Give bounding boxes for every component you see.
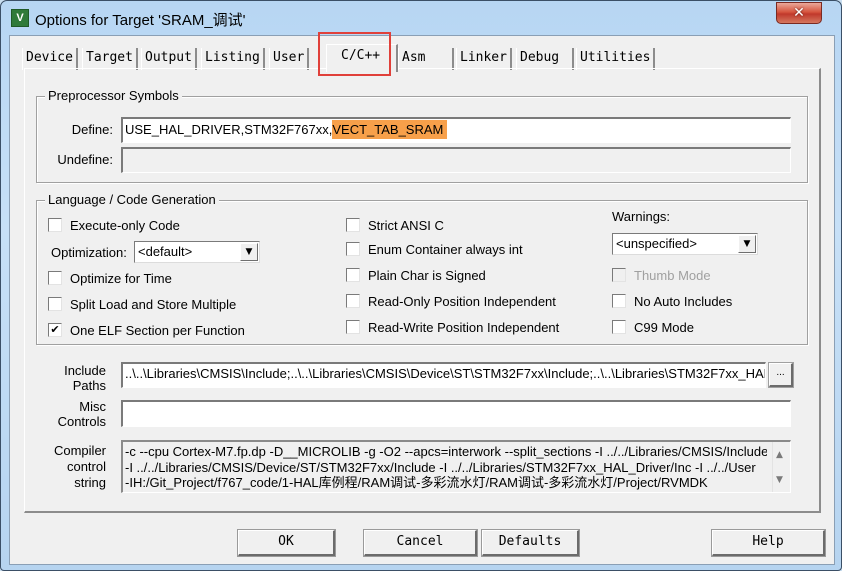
- tab-asm[interactable]: Asm: [398, 48, 454, 70]
- defaults-button[interactable]: Defaults: [481, 529, 580, 557]
- checkbox-box[interactable]: [48, 218, 62, 232]
- compiler-line: -IH:/Git_Project/f767_code/1-HAL库例程/RAM调…: [125, 475, 708, 490]
- ok-button[interactable]: OK: [237, 529, 336, 557]
- checkbox-box[interactable]: [346, 242, 360, 256]
- compiler-line: -I ../../Libraries/CMSIS/Device/ST/STM32…: [125, 459, 756, 475]
- ro-position-independent-checkbox[interactable]: Read-Only Position Independent: [346, 292, 556, 310]
- checkbox-box[interactable]: [612, 320, 626, 334]
- split-load-store-checkbox[interactable]: Split Load and Store Multiple: [48, 295, 236, 313]
- optimize-for-time-checkbox[interactable]: Optimize for Time: [48, 269, 172, 287]
- tab-output[interactable]: Output: [141, 48, 197, 70]
- checkbox-label: C99 Mode: [634, 319, 694, 335]
- tab-linker[interactable]: Linker: [456, 48, 512, 70]
- window-title: Options for Target 'SRAM_调试': [35, 12, 246, 29]
- compiler-control-label-3: string: [74, 475, 106, 490]
- browse-include-paths-button[interactable]: ...: [768, 362, 794, 388]
- compiler-control-string[interactable]: -c --cpu Cortex-M7.fp.dp -D__MICROLIB -g…: [121, 440, 791, 493]
- checkbox-label: Thumb Mode: [634, 267, 711, 283]
- tab-device[interactable]: Device: [22, 48, 78, 70]
- define-label: Define:: [71, 122, 113, 137]
- language-legend: Language / Code Generation: [45, 192, 219, 208]
- cancel-button[interactable]: Cancel: [363, 529, 478, 557]
- checkbox-label: Plain Char is Signed: [368, 267, 486, 283]
- compiler-control-label-1: Compiler: [53, 443, 106, 458]
- define-input[interactable]: USE_HAL_DRIVER,STM32F767xx,VECT_TAB_SRAM: [121, 117, 791, 143]
- tab-c-cpp[interactable]: C/C++: [326, 44, 398, 72]
- chevron-down-icon[interactable]: ▼: [738, 235, 756, 253]
- options-dialog: V Options for Target 'SRAM_调试' ✕ Device …: [0, 0, 842, 571]
- checkbox-label: Enum Container always int: [368, 241, 523, 257]
- checkbox-label: Split Load and Store Multiple: [70, 296, 237, 312]
- warnings-select[interactable]: <unspecified> ▼: [612, 233, 758, 255]
- tab-listing[interactable]: Listing: [201, 48, 265, 70]
- checkbox-box: [612, 268, 626, 282]
- checkbox-box[interactable]: [346, 268, 360, 282]
- checkbox-label: Execute-only Code: [70, 217, 180, 233]
- undefine-input[interactable]: [121, 147, 791, 173]
- optimization-select[interactable]: <default> ▼: [134, 241, 260, 263]
- include-paths-input[interactable]: ..\..\Libraries\CMSIS\Include;..\..\Libr…: [121, 362, 766, 388]
- checkbox-label: Read-Write Position Independent: [368, 319, 560, 335]
- checkbox-box[interactable]: [346, 218, 360, 232]
- scroll-up-icon[interactable]: ▲: [776, 448, 783, 464]
- misc-controls-input[interactable]: [121, 400, 791, 427]
- warnings-label: Warnings:: [612, 209, 671, 224]
- checkbox-box[interactable]: [346, 294, 360, 308]
- checkmark-icon[interactable]: ✔: [48, 323, 62, 337]
- enum-container-checkbox[interactable]: Enum Container always int: [346, 240, 523, 258]
- rw-position-independent-checkbox[interactable]: Read-Write Position Independent: [346, 318, 559, 336]
- close-button[interactable]: ✕: [776, 2, 822, 24]
- compiler-line: -c --cpu Cortex-M7.fp.dp -D__MICROLIB -g…: [125, 444, 767, 459]
- define-value: USE_HAL_DRIVER,STM32F767xx,: [125, 122, 333, 137]
- help-button[interactable]: Help: [711, 529, 826, 557]
- include-paths-label-1: Include: [64, 363, 106, 378]
- misc-controls-label-2: Controls: [57, 414, 106, 429]
- c99-mode-checkbox[interactable]: C99 Mode: [612, 318, 694, 336]
- checkbox-label: Read-Only Position Independent: [368, 293, 556, 309]
- chevron-down-icon[interactable]: ▼: [240, 243, 258, 261]
- misc-controls-label-1: Misc: [79, 399, 106, 414]
- checkbox-box[interactable]: [48, 271, 62, 285]
- thumb-mode-checkbox: Thumb Mode: [612, 266, 711, 284]
- no-auto-includes-checkbox[interactable]: No Auto Includes: [612, 292, 732, 310]
- strict-ansi-c-checkbox[interactable]: Strict ANSI C: [346, 216, 444, 234]
- plain-char-signed-checkbox[interactable]: Plain Char is Signed: [346, 266, 486, 284]
- one-elf-section-checkbox[interactable]: ✔ One ELF Section per Function: [48, 321, 245, 339]
- tab-target[interactable]: Target: [82, 48, 138, 70]
- checkbox-label: Optimize for Time: [70, 270, 172, 286]
- define-value-highlighted: VECT_TAB_SRAM: [332, 120, 448, 139]
- title-bar[interactable]: V Options for Target 'SRAM_调试' ✕: [1, 1, 841, 35]
- optimization-value: <default>: [138, 244, 193, 259]
- keil-uvision-icon: V: [11, 9, 29, 27]
- checkbox-label: One ELF Section per Function: [70, 322, 245, 338]
- include-paths-label-2: Paths: [72, 378, 106, 393]
- execute-only-code-checkbox[interactable]: Execute-only Code: [48, 216, 180, 234]
- checkbox-label: No Auto Includes: [634, 293, 733, 309]
- checkbox-label: Strict ANSI C: [368, 217, 444, 233]
- checkbox-box[interactable]: [346, 320, 360, 334]
- checkbox-box[interactable]: [612, 294, 626, 308]
- warnings-value: <unspecified>: [616, 236, 697, 251]
- tab-debug[interactable]: Debug: [516, 48, 574, 70]
- compiler-control-label-2: control: [66, 459, 106, 474]
- checkbox-box[interactable]: [48, 297, 62, 311]
- vertical-scrollbar[interactable]: ▲ ▼: [772, 442, 790, 492]
- scroll-down-icon[interactable]: ▼: [776, 473, 783, 489]
- optimization-label: Optimization:: [51, 245, 127, 260]
- undefine-label: Undefine:: [57, 152, 113, 167]
- preprocessor-legend: Preprocessor Symbols: [45, 88, 182, 104]
- tab-utilities[interactable]: Utilities: [576, 48, 656, 70]
- tab-user[interactable]: User: [269, 48, 310, 70]
